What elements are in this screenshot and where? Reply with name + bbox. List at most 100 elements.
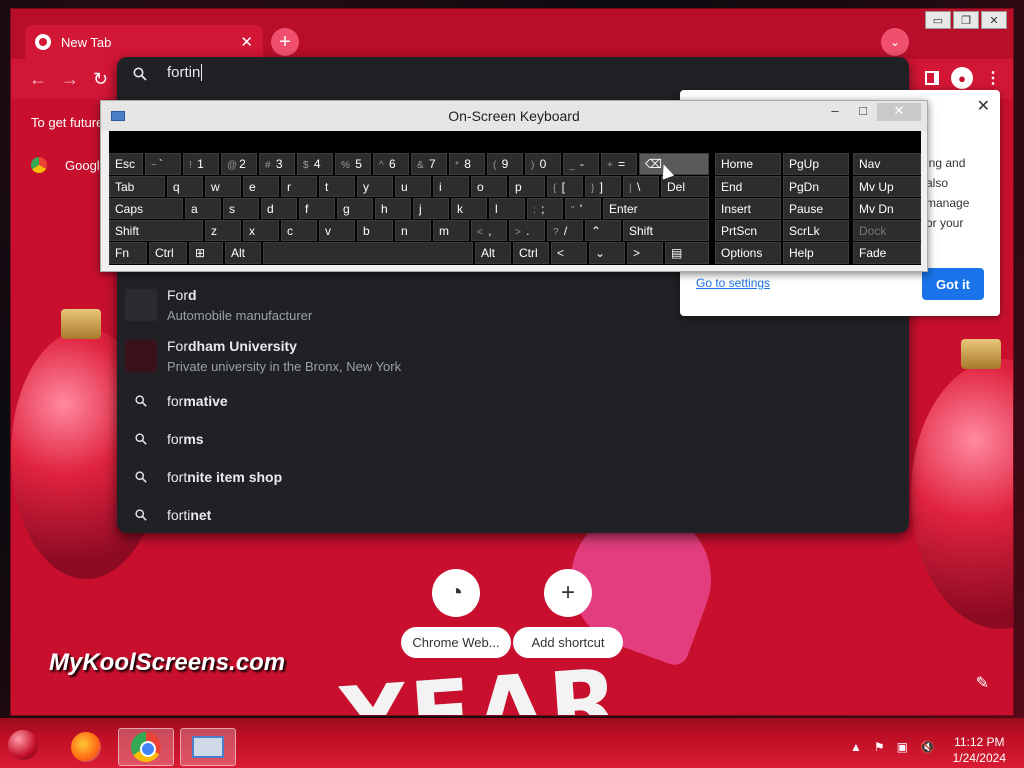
show-hidden-icons-icon[interactable]: ▲ bbox=[850, 740, 862, 754]
key-f[interactable]: f bbox=[299, 198, 335, 219]
key-semicolon[interactable]: : ; bbox=[527, 198, 563, 219]
suggestion-item[interactable]: forms bbox=[117, 431, 909, 451]
key-scrlk[interactable]: ScrLk bbox=[783, 220, 849, 241]
key-y[interactable]: y bbox=[357, 176, 393, 197]
key-insert[interactable]: Insert bbox=[715, 198, 781, 219]
key-minus[interactable]: _ - bbox=[563, 153, 599, 175]
key-r[interactable]: r bbox=[281, 176, 317, 197]
key-2[interactable]: @2 bbox=[221, 153, 257, 175]
taskbar-osk[interactable] bbox=[180, 728, 236, 766]
suggestion-item[interactable]: fortnite item shop bbox=[117, 469, 909, 489]
side-panel-icon[interactable] bbox=[925, 71, 939, 85]
key-comma[interactable]: < , bbox=[471, 220, 507, 241]
key-8[interactable]: * 8 bbox=[449, 153, 485, 175]
suggestion-item[interactable]: formative bbox=[117, 393, 909, 413]
key-z[interactable]: z bbox=[205, 220, 241, 241]
key-l[interactable]: l bbox=[489, 198, 525, 219]
key-space[interactable] bbox=[263, 242, 473, 264]
key-menu[interactable]: ▤ bbox=[665, 242, 709, 264]
key-equals[interactable]: + = bbox=[601, 153, 637, 175]
close-window-button[interactable]: ✕ bbox=[981, 11, 1007, 29]
key-pause[interactable]: Pause bbox=[783, 198, 849, 219]
key-mvup[interactable]: Mv Up bbox=[853, 176, 921, 197]
key-bracket-left[interactable]: { [ bbox=[547, 176, 583, 197]
action-center-flag-icon[interactable]: ⚑ bbox=[874, 740, 885, 754]
key-home[interactable]: Home bbox=[715, 153, 781, 175]
key-w[interactable]: w bbox=[205, 176, 241, 197]
key-x[interactable]: x bbox=[243, 220, 279, 241]
osk-title-bar[interactable]: On-Screen Keyboard – □ ✕ bbox=[101, 101, 927, 131]
minimize-button[interactable]: ▭ bbox=[925, 11, 951, 29]
add-shortcut-button[interactable]: + Add shortcut bbox=[513, 569, 623, 658]
key-fn[interactable]: Fn bbox=[109, 242, 147, 264]
key-i[interactable]: i bbox=[433, 176, 469, 197]
kebab-menu-icon[interactable]: ⋮ bbox=[985, 68, 1001, 88]
key-dock[interactable]: Dock bbox=[853, 220, 921, 241]
forward-button[interactable]: → bbox=[61, 69, 79, 90]
key-caps[interactable]: Caps bbox=[109, 198, 183, 219]
osk-maximize-button[interactable]: □ bbox=[849, 103, 877, 118]
key-b[interactable]: b bbox=[357, 220, 393, 241]
got-it-button[interactable]: Got it bbox=[922, 268, 984, 300]
key-5[interactable]: % 5 bbox=[335, 153, 371, 175]
key-shift-right[interactable]: Shift bbox=[623, 220, 709, 241]
key-3[interactable]: # 3 bbox=[259, 153, 295, 175]
volume-muted-icon[interactable]: 🔇 bbox=[920, 740, 935, 754]
tab-search-button[interactable]: ⌄ bbox=[881, 28, 909, 56]
start-button-icon[interactable] bbox=[8, 730, 38, 760]
key-n[interactable]: n bbox=[395, 220, 431, 241]
key-c[interactable]: c bbox=[281, 220, 317, 241]
key-1[interactable]: ! 1 bbox=[183, 153, 219, 175]
key-fade[interactable]: Fade bbox=[853, 242, 921, 264]
key-o[interactable]: o bbox=[471, 176, 507, 197]
windows-key-icon[interactable]: ⊞ bbox=[189, 242, 223, 264]
suggestion-item[interactable]: fortinet bbox=[117, 507, 909, 527]
osk-close-button[interactable]: ✕ bbox=[877, 103, 921, 121]
key-period[interactable]: > . bbox=[509, 220, 545, 241]
taskbar-firefox[interactable] bbox=[58, 728, 114, 766]
key-help[interactable]: Help bbox=[783, 242, 849, 264]
back-button[interactable]: ← bbox=[29, 69, 47, 90]
key-backspace[interactable]: ⌫ bbox=[639, 153, 709, 175]
key-g[interactable]: g bbox=[337, 198, 373, 219]
key-s[interactable]: s bbox=[223, 198, 259, 219]
key-alt-right[interactable]: Alt bbox=[475, 242, 511, 264]
key-j[interactable]: j bbox=[413, 198, 449, 219]
key-tilde[interactable]: ~ ` bbox=[145, 153, 181, 175]
key-mvdn[interactable]: Mv Dn bbox=[853, 198, 921, 219]
key-9[interactable]: ( 9 bbox=[487, 153, 523, 175]
key-tab[interactable]: Tab bbox=[109, 176, 165, 197]
network-icon[interactable]: ▣ bbox=[897, 740, 908, 754]
key-t[interactable]: t bbox=[319, 176, 355, 197]
suggestion-item[interactable]: Fordham University Private university in… bbox=[117, 338, 909, 378]
key-p[interactable]: p bbox=[509, 176, 545, 197]
taskbar-clock[interactable]: 11:12 PM 1/24/2024 bbox=[953, 734, 1006, 766]
key-d[interactable]: d bbox=[261, 198, 297, 219]
key-end[interactable]: End bbox=[715, 176, 781, 197]
restore-button[interactable]: ❐ bbox=[953, 11, 979, 29]
key-left[interactable]: < bbox=[551, 242, 587, 264]
key-pgdn[interactable]: PgDn bbox=[783, 176, 849, 197]
tab-close-icon[interactable]: ✕ bbox=[240, 33, 253, 51]
key-bracket-right[interactable]: } ] bbox=[585, 176, 621, 197]
key-del[interactable]: Del bbox=[661, 176, 709, 197]
tab-new-tab[interactable]: New Tab ✕ bbox=[25, 25, 263, 59]
key-4[interactable]: $ 4 bbox=[297, 153, 333, 175]
key-enter[interactable]: Enter bbox=[603, 198, 709, 219]
new-tab-button[interactable]: + bbox=[271, 28, 299, 56]
customize-pencil-icon[interactable]: ✎ bbox=[976, 673, 989, 693]
key-7[interactable]: & 7 bbox=[411, 153, 447, 175]
key-0[interactable]: ) 0 bbox=[525, 153, 561, 175]
key-shift-left[interactable]: Shift bbox=[109, 220, 203, 241]
shortcut-chrome-web-store[interactable]: ◔ Chrome Web... bbox=[401, 569, 511, 658]
key-options[interactable]: Options bbox=[715, 242, 781, 264]
key-q[interactable]: q bbox=[167, 176, 203, 197]
key-k[interactable]: k bbox=[451, 198, 487, 219]
key-6[interactable]: ^ 6 bbox=[373, 153, 409, 175]
key-right[interactable]: > bbox=[627, 242, 663, 264]
bubble-close-icon[interactable]: ✕ bbox=[977, 96, 990, 116]
bookmark-google[interactable]: Googl bbox=[31, 157, 100, 173]
key-esc[interactable]: Esc bbox=[109, 153, 143, 175]
key-backslash[interactable]: | \ bbox=[623, 176, 659, 197]
profile-avatar-icon[interactable]: ● bbox=[951, 67, 973, 89]
